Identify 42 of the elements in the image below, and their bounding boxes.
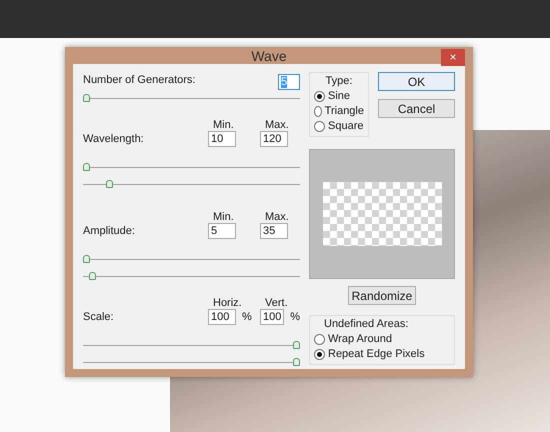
input-field[interactable]: 35 [260, 223, 288, 239]
column-label: Min. [212, 119, 235, 131]
input-field[interactable]: 100 [260, 309, 284, 325]
field-label: Amplitude: [83, 225, 136, 237]
slider-thumb[interactable] [83, 163, 90, 171]
field-label: Wavelength: [83, 133, 145, 145]
radio-button[interactable] [314, 334, 325, 344]
radio-button[interactable] [314, 120, 325, 132]
input-field[interactable]: 100 [208, 309, 236, 325]
window-title: Wave [251, 48, 287, 64]
column-label: Max. [264, 211, 290, 223]
group-title: Undefined Areas: [323, 318, 410, 330]
radio-label: Square [328, 120, 364, 132]
column-label: Max. [264, 119, 290, 131]
slider-thumb[interactable] [83, 94, 90, 102]
dialog-button[interactable]: OK [378, 72, 455, 91]
column-label: Min. [212, 211, 235, 223]
dialog-button[interactable]: Cancel [378, 99, 455, 118]
unit-label: % [242, 311, 252, 323]
radio-label: Wrap Around [328, 333, 392, 345]
field-label: Number of Generators: [83, 74, 196, 86]
radio-label: Triangle [324, 105, 364, 117]
slider-thumb[interactable] [89, 272, 96, 280]
input-field[interactable]: 10 [208, 131, 236, 147]
radio-button[interactable] [314, 348, 325, 360]
slider-thumb[interactable] [83, 255, 90, 263]
group-title: Type: [324, 75, 354, 87]
input-field[interactable]: 120 [260, 131, 288, 147]
slider-thumb[interactable] [293, 341, 300, 349]
field-label: Scale: [83, 311, 115, 323]
close-button[interactable]: × [441, 49, 465, 66]
randomize-button[interactable]: Randomize [348, 286, 416, 305]
column-label: Horiz. [212, 297, 243, 309]
slider-thumb[interactable] [293, 358, 300, 366]
column-label: Vert. [264, 297, 289, 309]
radio-button[interactable] [314, 106, 322, 116]
radio-label: Sine [328, 90, 350, 102]
radio-button[interactable] [314, 90, 325, 102]
unit-label: % [290, 311, 300, 323]
slider-thumb[interactable] [106, 180, 114, 188]
radio-label: Repeat Edge Pixels [328, 348, 425, 360]
input-field[interactable]: 5 [208, 223, 236, 239]
